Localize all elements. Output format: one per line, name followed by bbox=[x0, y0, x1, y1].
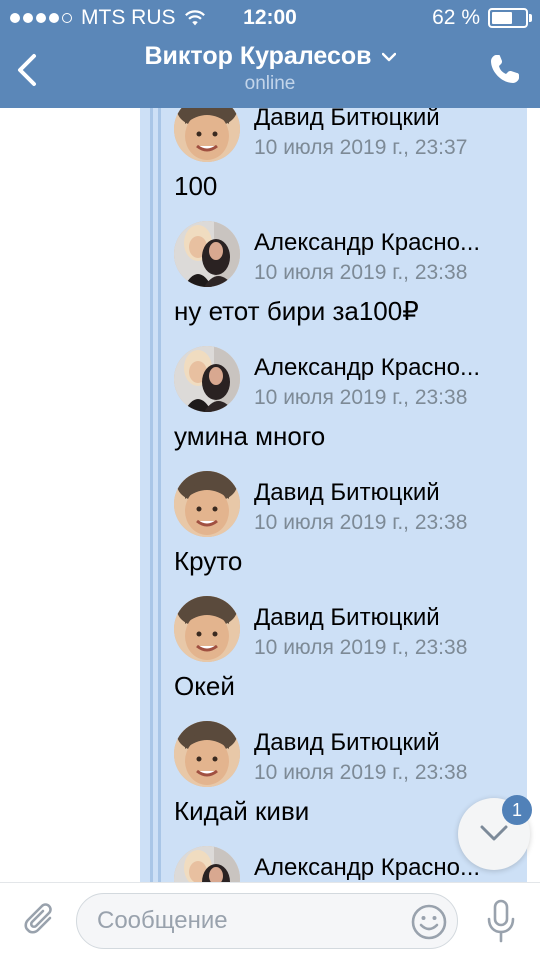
avatar[interactable] bbox=[174, 471, 240, 537]
message-text: Кидай киви bbox=[174, 796, 310, 826]
message-list[interactable]: Давид Битюцкий 10 июля 2019 г., 23:37 100 … bbox=[0, 108, 540, 882]
chat-title-area[interactable]: Виктор Куралесов online bbox=[0, 42, 540, 95]
message-composer: Сообщение bbox=[0, 882, 540, 961]
phone-icon[interactable] bbox=[488, 52, 522, 86]
battery-icon bbox=[488, 8, 532, 28]
forwarded-message[interactable]: Александр Красно... 10 июля 2019 г., 23:3… bbox=[160, 346, 520, 471]
message-input-placeholder: Сообщение bbox=[97, 907, 228, 934]
unread-badge: 1 bbox=[502, 795, 532, 825]
sender-name[interactable]: Давид Битюцкий bbox=[254, 729, 440, 757]
chevron-down-icon[interactable] bbox=[381, 52, 396, 62]
app-header: MTS RUS 12:00 62 % Виктор Куралесов onli bbox=[0, 0, 540, 108]
sender-name[interactable]: Александр Красно... bbox=[254, 854, 480, 882]
message-timestamp: 10 июля 2019 г., 23:38 bbox=[254, 386, 468, 409]
sender-name[interactable]: Александр Красно... bbox=[254, 229, 480, 257]
sender-name[interactable]: Давид Битюцкий bbox=[254, 479, 440, 507]
online-status: online bbox=[244, 73, 296, 94]
forwarded-message[interactable]: Давид Битюцкий 10 июля 2019 г., 23:37 100 bbox=[160, 108, 520, 221]
emoji-icon[interactable] bbox=[410, 903, 448, 941]
avatar[interactable] bbox=[174, 108, 240, 162]
message-timestamp: 10 июля 2019 г., 23:38 bbox=[254, 261, 468, 284]
message-text: умина много bbox=[174, 421, 326, 451]
paperclip-icon[interactable] bbox=[20, 901, 60, 941]
avatar[interactable] bbox=[174, 346, 240, 412]
message-text: ну етот бири за100₽ bbox=[174, 296, 419, 326]
forwarded-message[interactable]: Давид Битюцкий 10 июля 2019 г., 23:38 Окей bbox=[160, 596, 520, 721]
sender-name[interactable]: Александр Красно... bbox=[254, 354, 480, 382]
message-text: 100 bbox=[174, 171, 218, 201]
message-text: Круто bbox=[174, 546, 243, 576]
forward-quote-line bbox=[150, 108, 153, 882]
message-timestamp: 10 июля 2019 г., 23:38 bbox=[254, 761, 468, 784]
message-timestamp: 10 июля 2019 г., 23:37 bbox=[254, 136, 468, 159]
message-timestamp: 10 июля 2019 г., 23:38 bbox=[254, 636, 468, 659]
battery-percent: 62 % bbox=[432, 6, 480, 29]
message-text: Окей bbox=[174, 671, 235, 701]
avatar[interactable] bbox=[174, 721, 240, 787]
avatar[interactable] bbox=[174, 221, 240, 287]
avatar[interactable] bbox=[174, 846, 240, 882]
status-bar: MTS RUS 12:00 62 % bbox=[0, 0, 540, 36]
forwarded-message[interactable]: Александр Красно... 10 июля 2019 г., 23:3… bbox=[160, 221, 520, 346]
forwarded-message[interactable]: Давид Битюцкий 10 июля 2019 г., 23:38 Крут… bbox=[160, 471, 520, 596]
avatar[interactable] bbox=[174, 596, 240, 662]
sender-name[interactable]: Давид Битюцкий bbox=[254, 108, 440, 132]
chevron-down-icon bbox=[480, 825, 508, 841]
message-input[interactable]: Сообщение bbox=[76, 893, 458, 949]
message-timestamp: 10 июля 2019 г., 23:38 bbox=[254, 511, 468, 534]
sender-name[interactable]: Давид Битюцкий bbox=[254, 604, 440, 632]
chat-title[interactable]: Виктор Куралесов bbox=[144, 42, 371, 71]
microphone-icon[interactable] bbox=[484, 899, 518, 943]
